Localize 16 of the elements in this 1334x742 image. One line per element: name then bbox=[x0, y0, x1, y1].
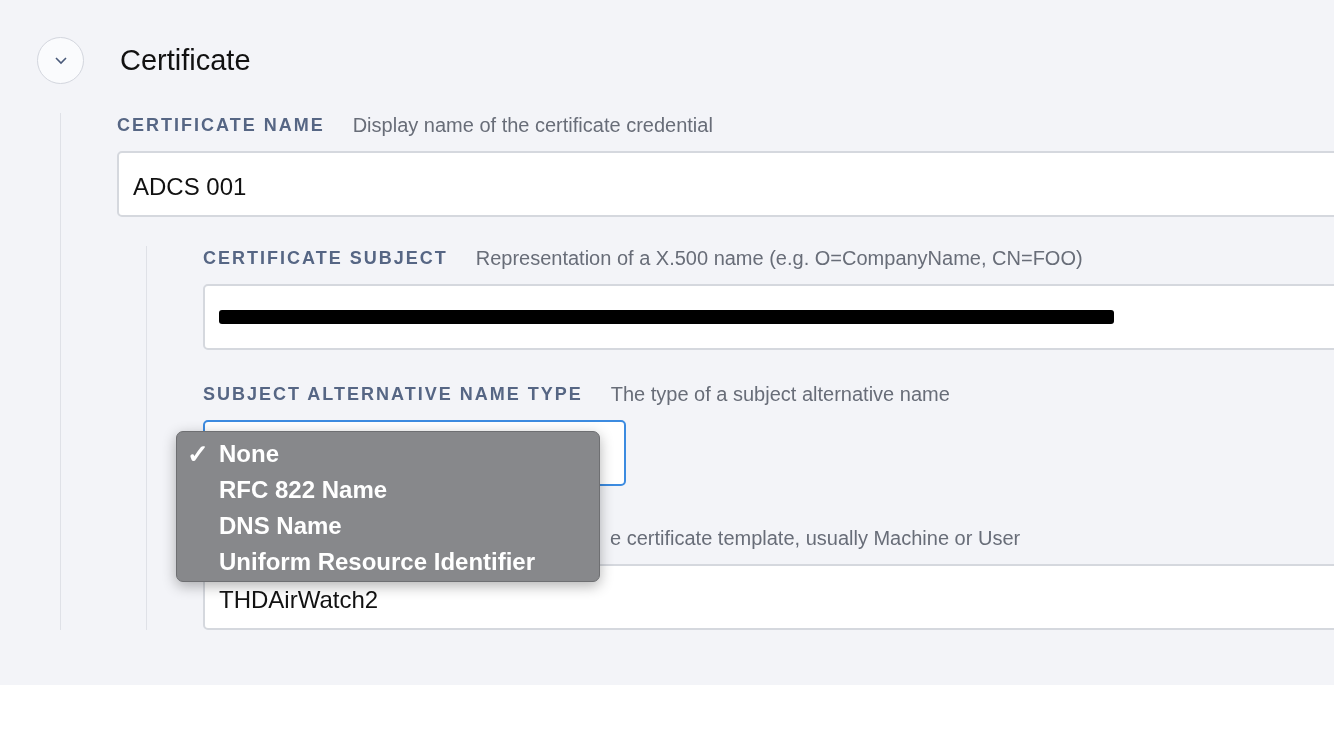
field-description: e certificate template, usually Machine or User bbox=[610, 526, 1021, 550]
field-label: CERTIFICATE SUBJECT bbox=[203, 247, 448, 269]
field-label: SUBJECT ALTERNATIVE NAME TYPE bbox=[203, 383, 583, 405]
menu-option[interactable]: DNS Name bbox=[177, 508, 599, 544]
field-description: Display name of the certificate credential bbox=[352, 113, 713, 137]
field-description: The type of a subject alternative name bbox=[610, 382, 950, 406]
field-label: CERTIFICATE NAME bbox=[117, 114, 325, 136]
check-mark: ✓ bbox=[187, 438, 209, 469]
menu-option[interactable]: RFC 822 Name bbox=[177, 472, 599, 508]
subject-input-field[interactable] bbox=[203, 284, 1334, 350]
name-input-field[interactable]: ADCS 001 bbox=[117, 151, 1334, 217]
menu-option[interactable]: ✓ None bbox=[177, 436, 599, 472]
section-title: Certificate bbox=[120, 43, 251, 77]
collapse-toggle[interactable] bbox=[37, 36, 84, 84]
chevron-icon bbox=[53, 55, 68, 65]
field-description: Representation of a X.500 name (e.g. O=CompanyName, CN=FOO) bbox=[475, 246, 1083, 270]
